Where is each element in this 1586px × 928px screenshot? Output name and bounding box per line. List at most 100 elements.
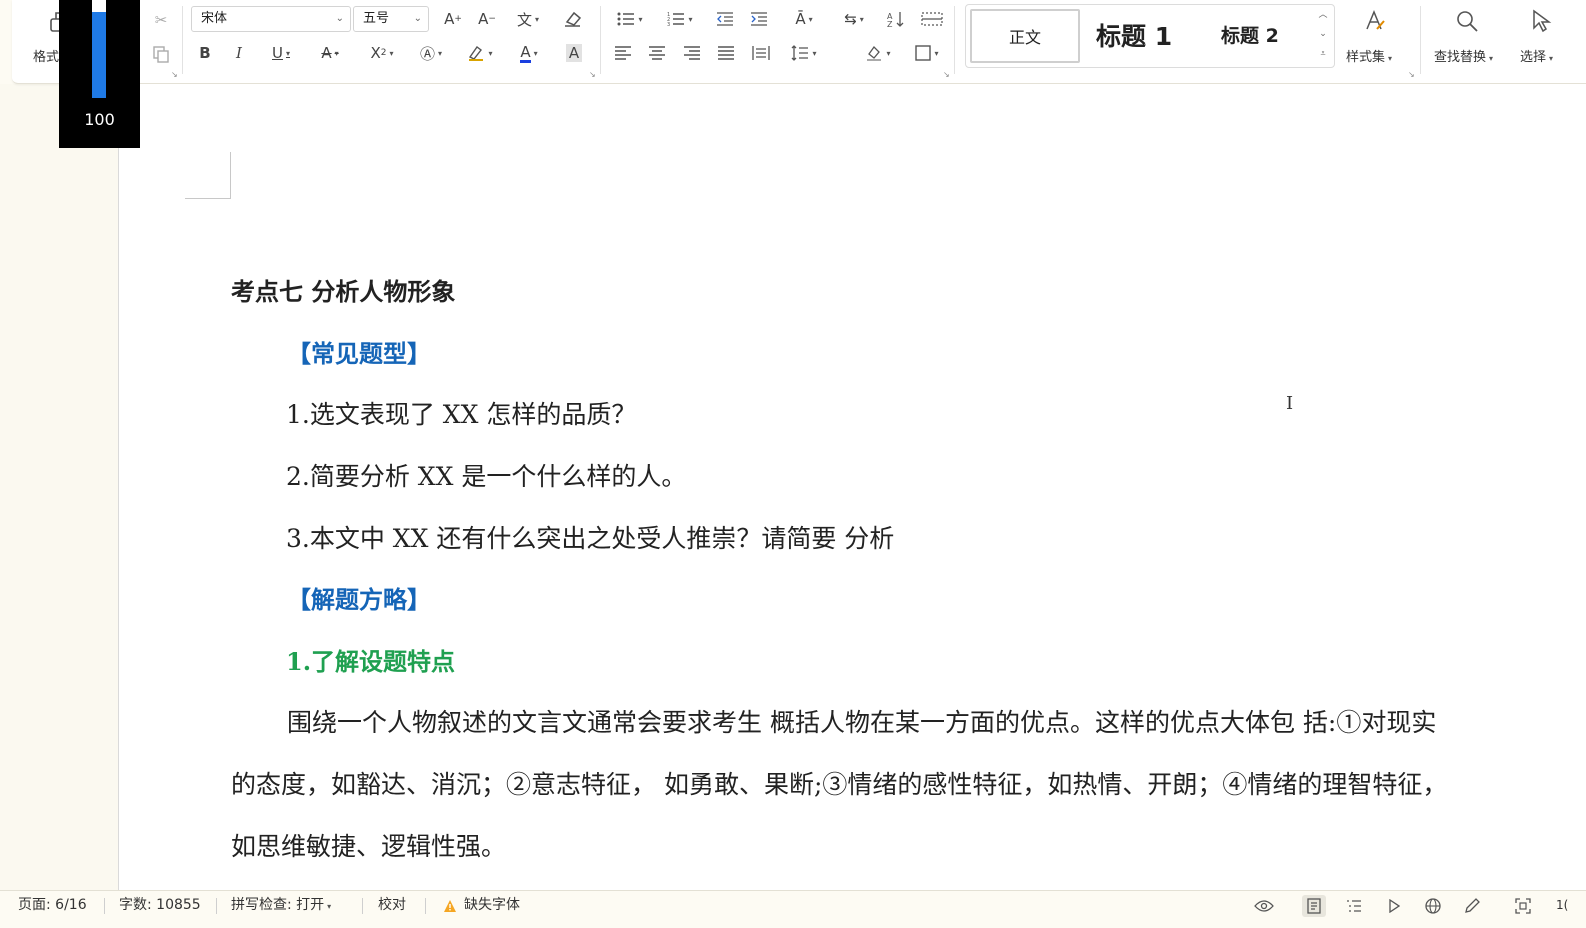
page-view-icon[interactable] [1302, 895, 1326, 917]
section-title: 考点七 分析人物形象 [231, 278, 456, 306]
line-spacing-icon[interactable]: ▾ [784, 40, 824, 66]
divider [362, 898, 363, 914]
zoom-overlay: 100 [59, 0, 140, 148]
ibeam-cursor-icon: I [1286, 393, 1294, 414]
more-styles-icon[interactable]: ⩡ [1316, 49, 1330, 59]
margin-corner-mark [230, 152, 231, 199]
superscript-button[interactable]: X 2 ▾ [362, 40, 402, 66]
text-flow-icon[interactable]: ⇆ ▾ [834, 6, 874, 32]
text-effect-button[interactable]: Ⓐ ▾ [411, 40, 451, 66]
svg-text:Z: Z [887, 20, 893, 28]
fit-page-icon[interactable] [1511, 895, 1535, 917]
strikethrough-button[interactable]: A ▾ [310, 40, 350, 66]
clipboard-dialog-launcher-icon[interactable]: ↘ [171, 71, 178, 79]
style-heading-2[interactable]: 标题 2 [1221, 21, 1279, 48]
justify-icon[interactable] [713, 40, 739, 66]
divider [425, 898, 426, 914]
warning-icon [438, 895, 462, 917]
question-item: 2.简要分析 XX 是一个什么样的人。 [286, 462, 687, 491]
phonetic-guide-icon[interactable]: 文 ▾ [509, 6, 547, 32]
styles-dialog-launcher-icon[interactable]: ↘ [1408, 71, 1415, 79]
search-icon[interactable] [1452, 6, 1482, 36]
spell-check-toggle[interactable]: 拼写检查: 打开 ▾ [231, 891, 331, 921]
show-marks-icon[interactable] [917, 6, 947, 32]
margin-corner-mark [185, 198, 231, 199]
document-page[interactable]: 考点七 分析人物形象 【常见题型】 1.选文表现了 XX 怎样的品质？ 2.简要… [118, 84, 1586, 890]
font-name-select[interactable]: 宋体 ⌄ [191, 6, 351, 32]
divider [600, 6, 601, 74]
font-color-button[interactable]: A ▾ [509, 40, 549, 66]
question-item: 3.本文中 XX 还有什么突出之处受人推崇？请简要 分析 [286, 524, 895, 553]
paragraph-line: 的态度，如豁达、消沉；②意志特征， 如勇敢、果断;③情绪的感性特征，如热情、开朗… [231, 770, 1448, 799]
highlight-button[interactable]: ▾ [460, 40, 500, 66]
status-bar: 页面: 6/16 字数: 10855 拼写检查: 打开 ▾ 校对 缺失字体 1( [0, 890, 1586, 928]
shading-icon[interactable]: ▾ [857, 40, 899, 66]
grow-font-icon[interactable]: A + [440, 6, 466, 32]
style-heading-1[interactable]: 标题 1 [1096, 17, 1172, 53]
find-replace-button[interactable]: 查找替换 ▾ [1434, 46, 1493, 65]
style-normal[interactable]: 正文 [970, 9, 1080, 63]
style-set-icon[interactable] [1360, 6, 1390, 36]
text-direction-icon[interactable]: Ā ▾ [784, 6, 824, 32]
paragraph-dialog-launcher-icon[interactable]: ↘ [943, 71, 950, 79]
ribbon: 格式刷 粘贴 ✂ ↘ 宋体 ⌄ 五号 ⌄ A+ A− 文▾ B I U▾ A▾ … [0, 0, 1586, 84]
common-types-heading: 【常见题型】 [287, 339, 431, 368]
eye-protection-icon[interactable] [1252, 895, 1276, 917]
align-center-icon[interactable] [644, 40, 670, 66]
cursor-select-icon[interactable] [1526, 6, 1556, 36]
decrease-indent-icon[interactable] [712, 6, 738, 32]
style-set-label: 样式集 [1346, 50, 1386, 65]
paragraph-line: 如思维敏捷、逻辑性强。 [231, 832, 507, 861]
chevron-down-icon: ⌄ [413, 13, 422, 24]
divider [182, 6, 183, 74]
align-right-icon[interactable] [679, 40, 705, 66]
char-shading-button[interactable]: A [562, 40, 586, 66]
font-size-value: 五号 [363, 11, 390, 26]
cut-icon[interactable]: ✂ [148, 8, 174, 32]
borders-icon[interactable]: ▾ [907, 40, 947, 66]
divider [954, 6, 955, 74]
sub-heading: 1.了解设题特点 [286, 647, 456, 676]
bullet-list-icon[interactable]: ▾ [610, 6, 650, 32]
clear-format-icon[interactable] [560, 6, 586, 32]
outline-view-icon[interactable] [1342, 895, 1366, 917]
shrink-font-icon[interactable]: A − [474, 6, 500, 32]
zoom-level-fill [92, 12, 106, 98]
font-name-value: 宋体 [201, 11, 228, 26]
strategy-heading: 【解题方略】 [287, 585, 431, 614]
pen-icon[interactable] [1460, 895, 1484, 917]
spell-check-label: 拼写检查: 打开 [231, 897, 325, 913]
question-item: 1.选文表现了 XX 怎样的品质？ [286, 400, 637, 429]
font-dialog-launcher-icon[interactable]: ↘ [589, 71, 596, 79]
sort-icon[interactable]: AZ [883, 6, 909, 32]
zoom-level-value: 100 [84, 110, 115, 129]
page-indicator[interactable]: 页面: 6/16 [18, 891, 87, 921]
paragraph-line: 围绕一个人物叙述的文言文通常会要求考生 概括人物在某一方面的优点。这样的优点大体… [287, 708, 1437, 737]
divider [1420, 6, 1421, 74]
font-size-select[interactable]: 五号 ⌄ [353, 6, 429, 32]
increase-indent-icon[interactable] [746, 6, 772, 32]
underline-button[interactable]: U ▾ [261, 40, 301, 66]
style-set-button[interactable]: 样式集 ▾ [1346, 46, 1392, 65]
select-label: 选择 [1520, 50, 1547, 65]
zoom-percent[interactable]: 1( [1556, 891, 1568, 921]
styles-gallery: 正文 标题 1 标题 2 ︿ ⌄ ⩡ [965, 4, 1335, 68]
proofread-button[interactable]: 校对 [378, 891, 406, 921]
word-count[interactable]: 字数: 10855 [119, 891, 201, 921]
italic-button[interactable]: I [226, 40, 252, 66]
web-layout-icon[interactable] [1421, 895, 1445, 917]
copy-icon[interactable] [148, 42, 174, 66]
chevron-down-icon: ⌄ [335, 13, 344, 24]
numbered-list-icon[interactable]: 1 2 3 ▾ [660, 6, 700, 32]
ribbon-panel: 格式刷 粘贴 ✂ ↘ 宋体 ⌄ 五号 ⌄ A+ A− 文▾ B I U▾ A▾ … [12, 0, 1586, 84]
bold-button[interactable]: B [192, 40, 218, 66]
scroll-up-icon[interactable]: ︿ [1316, 7, 1330, 20]
select-button[interactable]: 选择 ▾ [1520, 46, 1553, 65]
scroll-down-icon[interactable]: ⌄ [1316, 29, 1330, 39]
divider [216, 898, 217, 914]
play-icon[interactable] [1382, 895, 1406, 917]
align-left-icon[interactable] [610, 40, 636, 66]
divider [104, 898, 105, 914]
distribute-icon[interactable] [748, 40, 774, 66]
missing-font-button[interactable]: 缺失字体 [464, 891, 520, 921]
